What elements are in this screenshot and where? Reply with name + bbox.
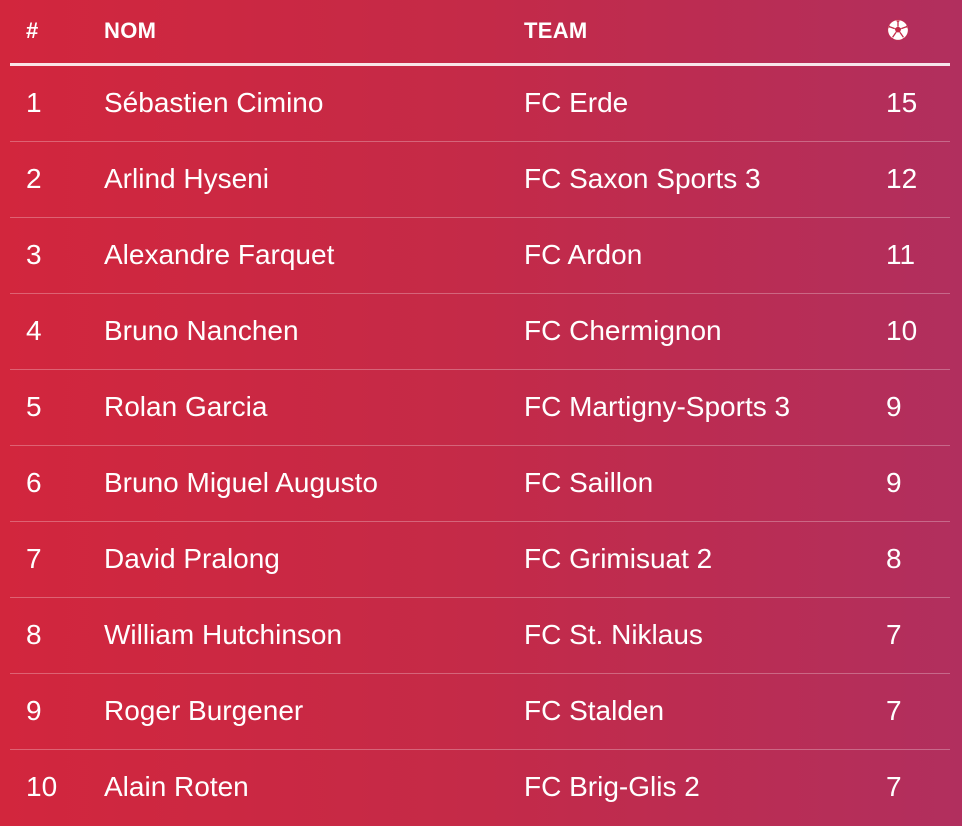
table-row: 1 Sébastien Cimino FC Erde 15 [10, 64, 950, 142]
goals-cell: 7 [886, 771, 902, 803]
table-row: 10 Alain Roten FC Brig-Glis 2 7 [10, 749, 950, 825]
goals-cell: 7 [886, 673, 950, 750]
goals-cell: 15 [886, 64, 950, 142]
rank-cell: 6 [10, 445, 104, 522]
player-name-cell: Rolan Garcia [104, 369, 524, 446]
team-name-cell: FC St. Niklaus [524, 597, 886, 674]
goals-cell: 11 [886, 217, 950, 294]
player-name-cell: Sébastien Cimino [104, 64, 524, 142]
table-row: 6 Bruno Miguel Augusto FC Saillon 9 [10, 445, 950, 522]
table-row: 4 Bruno Nanchen FC Chermignon 10 [10, 293, 950, 370]
table-row: 7 David Pralong FC Grimisuat 28 [10, 521, 950, 598]
player-name-cell: Arlind Hyseni [104, 141, 524, 218]
rank-cell: 3 [10, 217, 104, 294]
goals-cell: 10 [886, 293, 950, 370]
goals-cell: 8 [886, 521, 950, 598]
player-name-cell: David Pralong [104, 521, 524, 598]
team-name-cell: FC Erde [524, 64, 886, 142]
goals-cell: 9 [886, 445, 950, 522]
rank-cell: 9 [10, 673, 104, 750]
player-name-cell: Bruno Miguel Augusto [104, 445, 524, 522]
player-name-cell: William Hutchinson [104, 597, 524, 674]
team-name-cell: FC Ardon [524, 217, 886, 294]
soccer-ball-icon [886, 18, 910, 42]
rank-cell: 8 [10, 597, 104, 674]
table-body: 1 Sébastien Cimino FC Erde 15 2 Arlind Hyseni… [10, 64, 950, 825]
rank-cell: 5 [10, 369, 104, 446]
team-name-cell: FC Saillon [524, 445, 886, 522]
player-name-cell: Roger Burgener [104, 673, 524, 750]
team-name-cell: FC Grimisuat 2 [524, 521, 886, 598]
team-name-cell: FC Saxon Sports 3 [524, 141, 886, 218]
goals-cell: 12 [886, 141, 950, 218]
player-name-cell: Alain Roten [104, 771, 249, 803]
table-row: 8 William Hutchinson FC St. Niklaus 7 [10, 597, 950, 674]
goals-cell: 7 [886, 597, 950, 674]
rank-column-header: # [10, 0, 104, 66]
goals-cell: 9 [886, 369, 950, 446]
rank-cell: 1 [10, 64, 104, 142]
rank-cell: 7 [10, 521, 104, 598]
top-scorers-table: # NOM TEAM 1 Sébastien Cimino FC Erde 15… [10, 0, 950, 825]
table-header: # NOM TEAM [10, 0, 950, 66]
rank-cell: 10 [26, 771, 58, 803]
table-row: 9 Roger Burgener FC Stalden 7 [10, 673, 950, 750]
team-name-cell: FC Martigny-Sports 3 [524, 369, 886, 446]
name-column-header: NOM [104, 0, 524, 66]
team-name-cell: FC Stalden [524, 673, 886, 750]
player-name-cell: Bruno Nanchen [104, 293, 524, 370]
goals-column-header [886, 0, 950, 66]
table-row: 2 Arlind Hyseni FC Saxon Sports 3 12 [10, 141, 950, 218]
team-column-header: TEAM [524, 0, 886, 66]
rank-cell: 4 [10, 293, 104, 370]
team-name-cell: FC Chermignon [524, 293, 886, 370]
rank-cell: 2 [10, 141, 104, 218]
table-row: 5 Rolan Garcia FC Martigny-Sports 39 [10, 369, 950, 446]
player-name-cell: Alexandre Farquet [104, 217, 524, 294]
header-row: # NOM TEAM [10, 0, 950, 66]
scorers-panel: # NOM TEAM 1 Sébastien Cimino FC Erde 15… [0, 0, 962, 826]
table-row: 3 Alexandre Farquet FC Ardon 11 [10, 217, 950, 294]
team-name-cell: FC Brig-Glis 2 [524, 771, 700, 803]
